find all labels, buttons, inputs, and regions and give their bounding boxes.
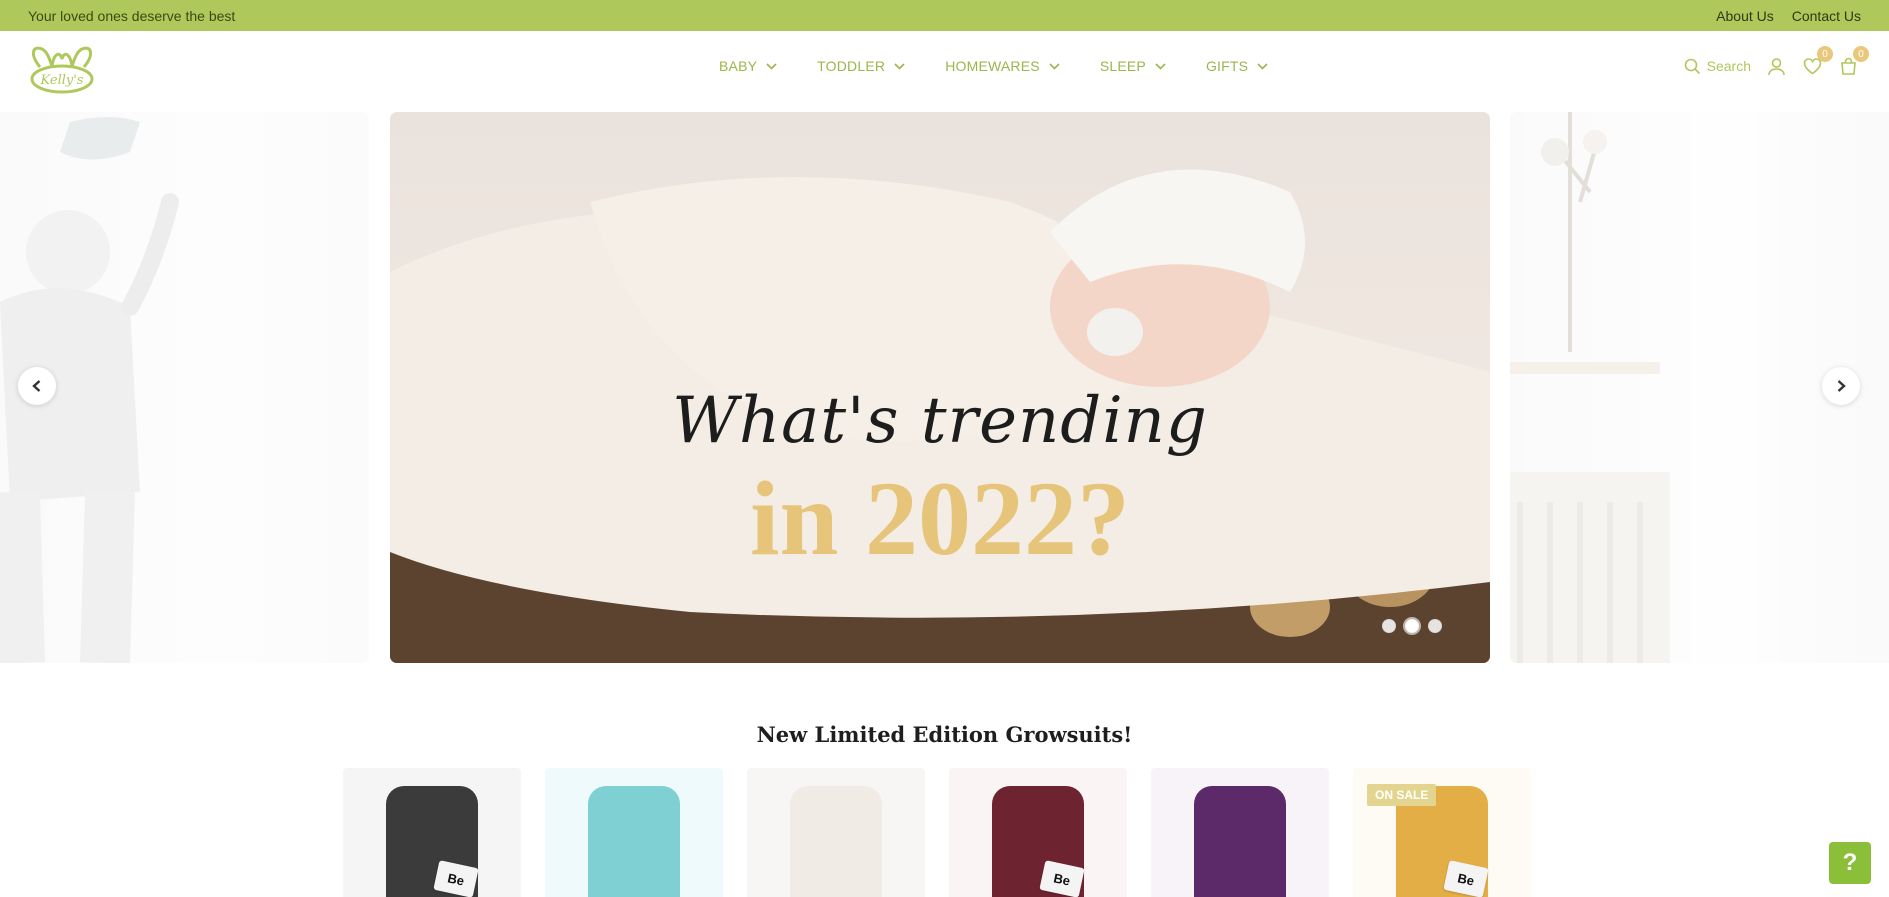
contact-us-link[interactable]: Contact Us [1792,8,1861,24]
product-card-3[interactable] [747,768,925,897]
nav-gifts[interactable]: GIFTS [1206,58,1268,74]
chevron-down-icon [1257,62,1268,70]
search-label: Search [1706,58,1751,74]
about-us-link[interactable]: About Us [1716,8,1774,24]
nav-homewares[interactable]: HOMEWARES [945,58,1060,74]
hero-headline-line2: in 2022? [750,460,1130,577]
main-nav: BABY TODDLER HOMEWARES SLEEP GIFTS [719,31,1268,101]
nav-homewares-label: HOMEWARES [945,58,1040,74]
cart-count-badge: 0 [1853,46,1869,62]
header-tools: Search 0 0 [1684,31,1869,101]
product-card-2[interactable] [545,768,723,897]
slider-dot-2[interactable] [1405,619,1419,633]
chevron-down-icon [1049,62,1060,70]
nav-baby[interactable]: BABY [719,58,777,74]
wishlist-button[interactable]: 0 [1801,46,1833,77]
search-button[interactable]: Search [1684,58,1751,75]
bunny-logo-icon: Kelly's [30,46,94,94]
nav-toddler-label: TODDLER [817,58,886,74]
chevron-down-icon [766,62,777,70]
chevron-right-icon [1837,380,1846,392]
help-button[interactable]: ? [1829,842,1871,884]
search-icon [1684,58,1700,74]
nav-baby-label: BABY [719,58,758,74]
product-card-1[interactable]: Be [343,768,521,897]
nav-gifts-label: GIFTS [1205,58,1249,74]
product-image [1194,786,1286,897]
on-sale-badge: ON SALE [1367,784,1437,806]
product-card-5[interactable] [1151,768,1329,897]
slider-prev-button[interactable] [18,367,56,405]
user-icon [1767,57,1785,75]
slider-dots [1382,619,1442,633]
nav-sleep-label: SLEEP [1099,58,1146,74]
product-image [588,786,680,897]
slider-dot-3[interactable] [1428,619,1442,633]
nav-sleep[interactable]: SLEEP [1100,58,1166,74]
slider-next-button[interactable] [1822,367,1860,405]
tagline: Your loved ones deserve the best [28,7,236,24]
hero-slider: What's trending in 2022? [0,112,1889,663]
wishlist-count-badge: 0 [1817,46,1833,62]
hero-headline-line1: What's trending [672,384,1208,458]
product-carousel: Be Be Be ON SALE [343,768,1531,897]
product-card-6[interactable]: Be ON SALE [1353,768,1531,897]
account-button[interactable] [1765,55,1787,77]
slide-current[interactable]: What's trending in 2022? [390,112,1490,663]
hero-headline: What's trending in 2022? [390,384,1490,572]
top-links: About Us Contact Us [1716,8,1861,24]
section-title: New Limited Edition Growsuits! [756,722,1133,747]
chevron-left-icon [32,380,41,392]
slider-dot-1[interactable] [1382,619,1396,633]
chevron-down-icon [1155,62,1166,70]
logo[interactable]: Kelly's [26,41,98,97]
cart-button[interactable]: 0 [1837,46,1869,77]
logo-text: Kelly's [40,73,84,88]
chevron-down-icon [894,62,905,70]
product-card-4[interactable]: Be [949,768,1127,897]
announcement-bar: Your loved ones deserve the best About U… [0,0,1889,31]
site-header: Kelly's BABY TODDLER HOMEWARES SLEEP GIF… [0,31,1889,111]
product-image [790,786,882,897]
nav-toddler[interactable]: TODDLER [817,58,905,74]
